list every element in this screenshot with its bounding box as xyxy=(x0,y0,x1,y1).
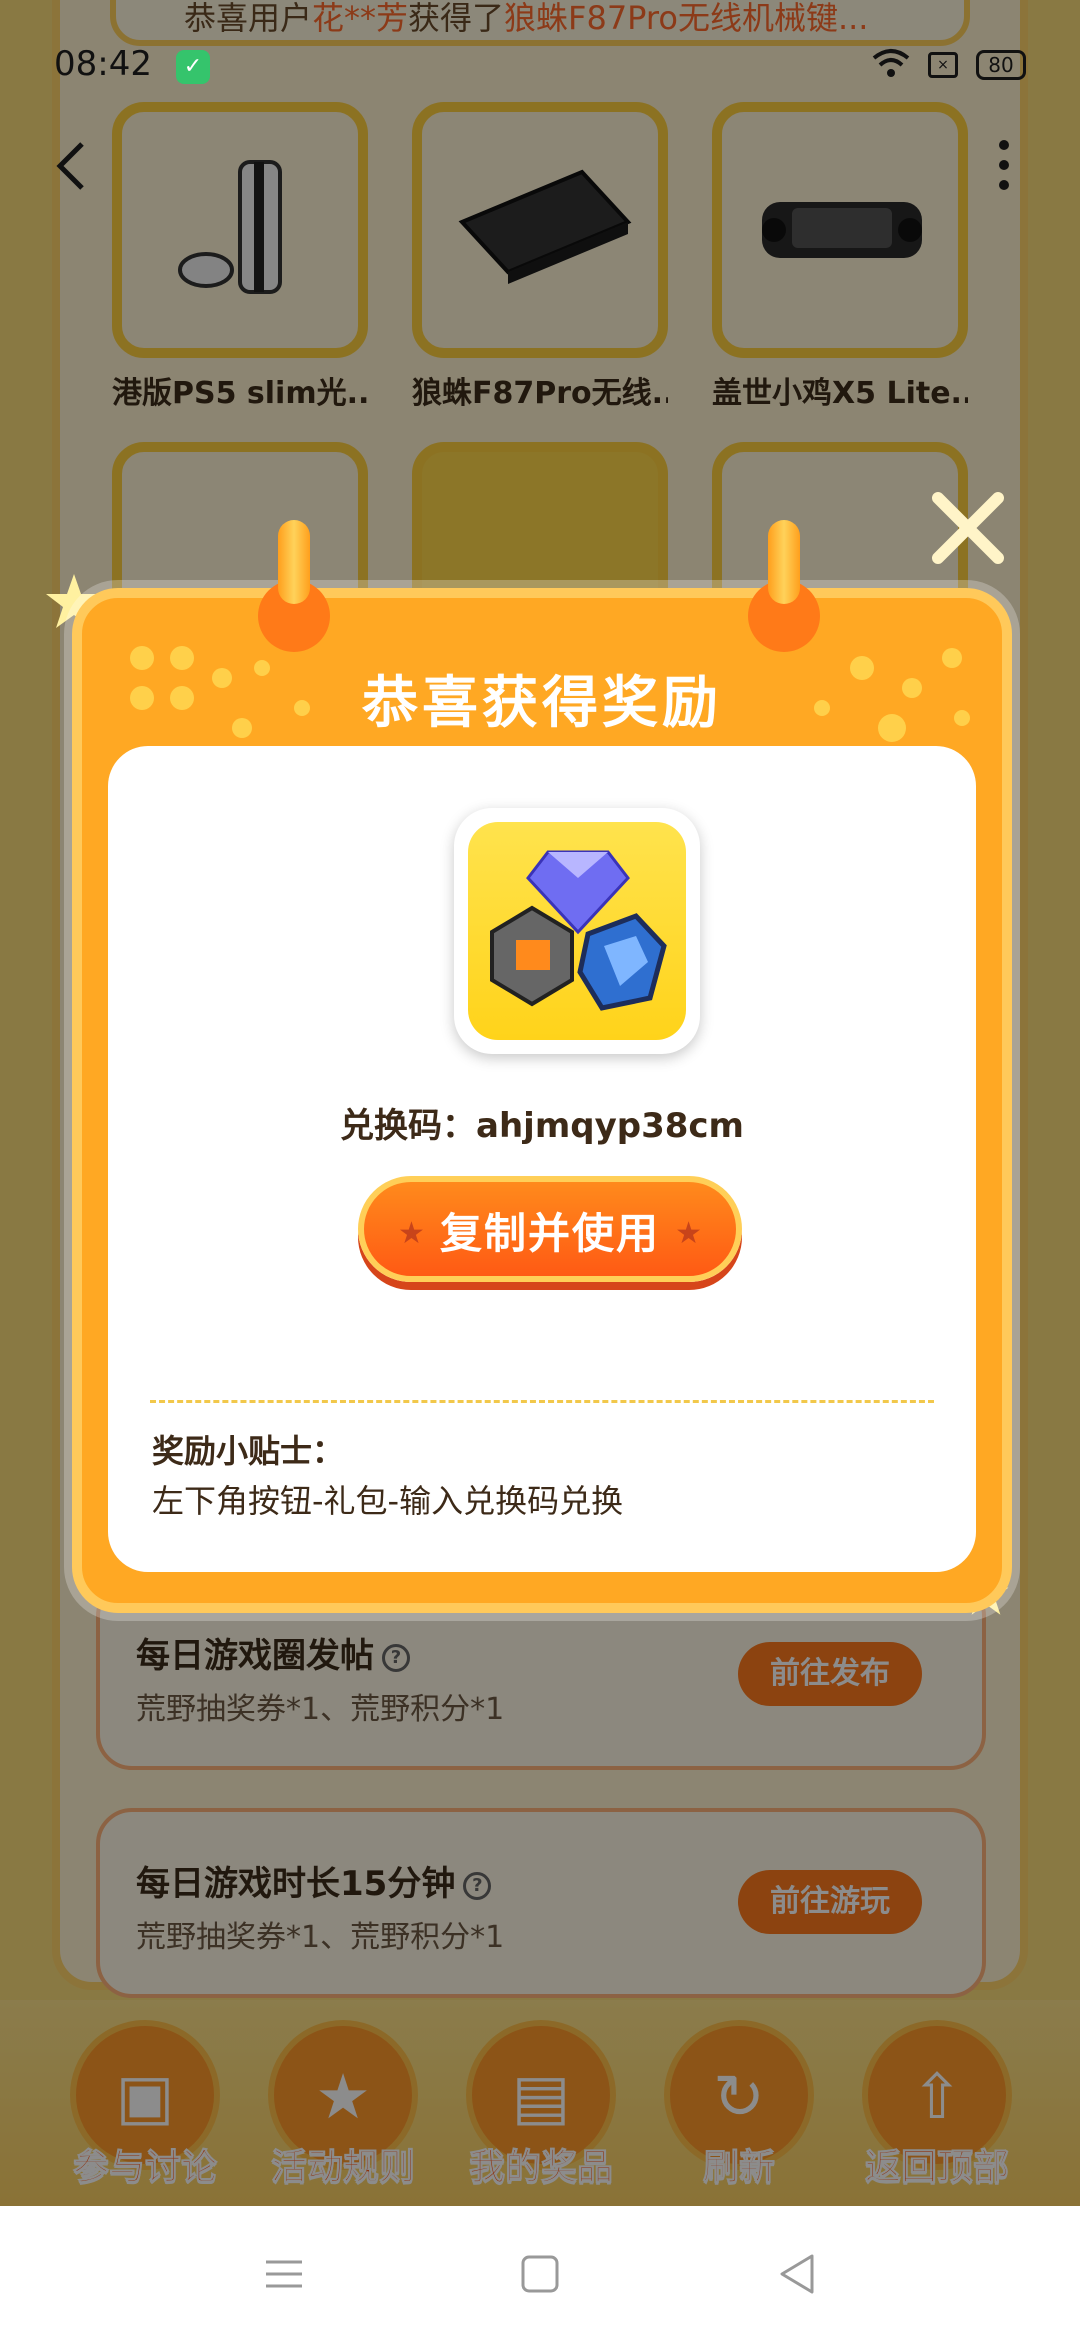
close-icon[interactable] xyxy=(928,488,1008,568)
redeem-code-label: 兑换码： xyxy=(340,1106,477,1146)
shield-icon: ✓ xyxy=(176,50,210,84)
clock: 08:42 xyxy=(54,44,152,84)
system-navigation-bar xyxy=(0,2206,1080,2340)
tips-text: 左下角按钮-礼包-输入兑换码兑换 xyxy=(152,1482,624,1520)
copy-and-use-button[interactable]: ★ 复制并使用 ★ xyxy=(358,1176,742,1282)
modal-title: 恭喜获得奖励 xyxy=(362,671,722,736)
back-triangle-icon[interactable] xyxy=(774,2252,818,2296)
more-options-icon[interactable] xyxy=(996,140,1012,196)
modal-content: 兑换码：ahjmqyp38cm ★ 复制并使用 ★ 奖励小贴士： 左下角按钮-礼… xyxy=(108,746,976,1572)
redeem-code: 兑换码：ahjmqyp38cm xyxy=(108,1098,976,1147)
reward-image xyxy=(454,808,700,1054)
modal-hanger-left xyxy=(258,520,330,652)
home-icon[interactable] xyxy=(518,2252,562,2296)
divider xyxy=(150,1400,934,1403)
back-arrow-icon[interactable] xyxy=(52,140,88,192)
modal-hanger-right xyxy=(748,520,820,652)
reward-modal: 恭喜获得奖励 兑换码：ahjmqyp38cm ★ 复制并使用 ★ 奖励小贴士： … xyxy=(72,588,1012,1613)
battery-icon: 80 xyxy=(976,50,1026,80)
status-bar: 08:42 ✓ × 80 xyxy=(0,0,1080,130)
menu-icon[interactable] xyxy=(262,2252,306,2296)
sim-icon: × xyxy=(928,52,958,78)
tips-title: 奖励小贴士： xyxy=(152,1432,345,1470)
redeem-code-value: ahjmqyp38cm xyxy=(476,1106,744,1146)
wifi-icon xyxy=(872,49,910,77)
star-icon: ★ xyxy=(675,1216,702,1251)
gem-bundle-icon xyxy=(490,850,667,1011)
